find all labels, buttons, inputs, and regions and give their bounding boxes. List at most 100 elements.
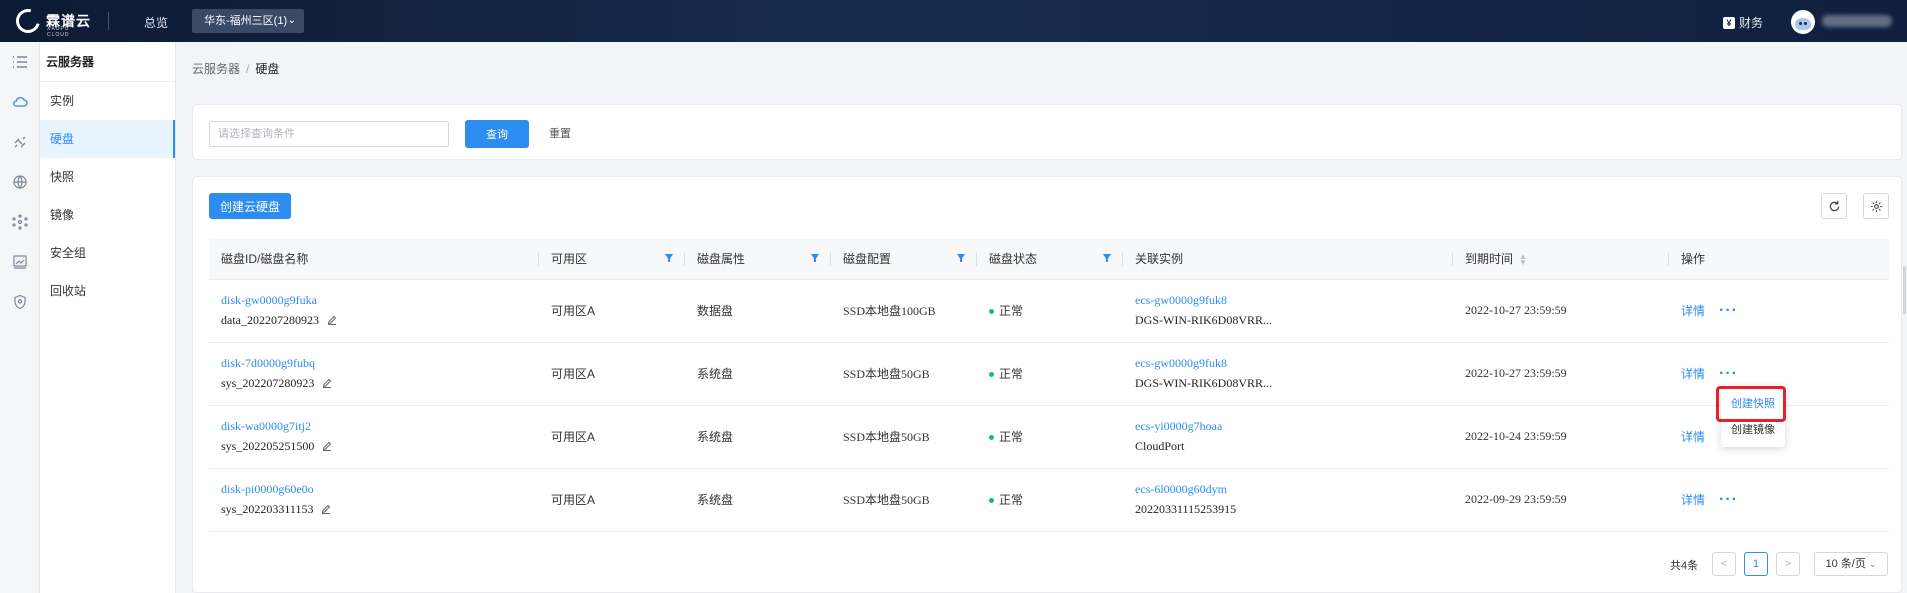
disk-id-link[interactable]: disk-gw0000g9fuka: [221, 293, 539, 308]
more-actions-button[interactable]: ···: [1719, 491, 1738, 508]
search-panel: 查询 重置: [192, 104, 1902, 160]
finance-label: 财务: [1739, 16, 1764, 30]
col-header-label: 磁盘配置: [843, 252, 892, 267]
disk-id-link[interactable]: disk-wa0000g7itj2: [221, 419, 539, 434]
edit-icon[interactable]: [327, 315, 337, 325]
reset-button[interactable]: 重置: [549, 125, 571, 141]
instance-id-link[interactable]: ecs-gw0000g9fuk8: [1135, 293, 1453, 308]
refresh-icon: [1829, 200, 1839, 211]
disk-id-link[interactable]: disk-pi0000g60e0o: [221, 482, 539, 497]
sidebar-item-disks[interactable]: 硬盘: [40, 120, 175, 158]
image-icon[interactable]: [0, 250, 40, 274]
detail-link[interactable]: 详情: [1681, 367, 1705, 381]
cell-instance: ecs-6l0000g60dym 20220331115253915: [1123, 468, 1453, 532]
detail-link[interactable]: 详情: [1681, 493, 1705, 507]
instance-id-link[interactable]: ecs-yi0000g7hoaa: [1135, 419, 1453, 434]
sort-icon[interactable]: ▲ ▼: [1519, 253, 1527, 267]
query-button[interactable]: 查询: [465, 120, 529, 148]
cell-status: 正常: [977, 468, 1123, 532]
network-icon[interactable]: [0, 210, 40, 234]
globe-icon[interactable]: [0, 170, 40, 194]
filter-icon[interactable]: [1103, 254, 1111, 262]
sidebar-item-snapshots[interactable]: 快照: [40, 158, 175, 196]
cell-attr: 系统盘: [685, 342, 831, 406]
disk-name-text: sys_202205251500: [221, 439, 315, 453]
instance-name: DGS-WIN-RIK6D08VRR...: [1135, 313, 1272, 327]
table-row: disk-pi0000g60e0o sys_202203311153 可用区A 系…: [209, 468, 1889, 532]
instance-name: CloudPort: [1135, 439, 1185, 453]
sidebar-item-instances[interactable]: 实例: [40, 82, 175, 120]
sidebar-item-recycle-bin[interactable]: 回收站: [40, 272, 175, 310]
cell-disk: disk-wa0000g7itj2 sys_202205251500: [209, 405, 539, 469]
pagination-page-button[interactable]: 1: [1744, 552, 1768, 576]
disk-name: sys_202205251500: [221, 439, 539, 454]
sidebar-item-security-groups[interactable]: 安全组: [40, 234, 175, 272]
col-header-label: 可用区: [551, 252, 588, 267]
region-selector[interactable]: 华东-福州三区(1) ⌄: [192, 9, 304, 33]
disk-name: sys_202207280923: [221, 376, 539, 391]
cell-status: 正常: [977, 279, 1123, 343]
col-header-label: 到期时间: [1465, 252, 1514, 267]
cell-zone: 可用区A: [539, 279, 685, 343]
sidebar-item-images[interactable]: 镜像: [40, 196, 175, 234]
logo-icon: [11, 4, 45, 38]
col-header-label: 操作: [1681, 252, 1706, 267]
chevron-down-icon: ⌄: [287, 15, 296, 26]
cell-config: SSD本地盘50GB: [831, 342, 977, 406]
page-size-label: 10 条/页: [1825, 558, 1866, 570]
instance-id-link[interactable]: ecs-gw0000g9fuk8: [1135, 356, 1453, 371]
page-size-select[interactable]: 10 条/页 ⌄: [1814, 552, 1888, 576]
edit-icon[interactable]: [322, 441, 332, 451]
status-text: 正常: [999, 367, 1024, 381]
pagination-total: 共4条: [1670, 560, 1699, 572]
disk-name: sys_202203311153: [221, 502, 539, 517]
more-actions-button[interactable]: ···: [1719, 302, 1738, 319]
cell-zone: 可用区A: [539, 468, 685, 532]
chevron-down-icon: ⌄: [1868, 559, 1877, 569]
status-ok-dot: [989, 498, 994, 504]
disk-id-link[interactable]: disk-7d0000g9fubq: [221, 356, 539, 371]
breadcrumb: 云服务器 / 硬盘: [192, 60, 279, 77]
cell-expire: 2022-10-27 23:59:59: [1453, 342, 1669, 406]
logo-subtext: XAOPU CLOUD: [47, 26, 70, 38]
more-actions-button[interactable]: ···: [1719, 365, 1738, 382]
col-header-label: 磁盘属性: [697, 252, 746, 267]
detail-link[interactable]: 详情: [1681, 304, 1705, 318]
pagination-next-button[interactable]: >: [1776, 552, 1800, 576]
breadcrumb-parent[interactable]: 云服务器: [192, 62, 240, 76]
top-divider: [108, 12, 109, 30]
avatar[interactable]: [1791, 10, 1815, 34]
filter-icon[interactable]: [665, 254, 673, 262]
create-disk-button[interactable]: 创建云硬盘: [209, 193, 291, 219]
filter-icon[interactable]: [811, 254, 819, 262]
nav-finance[interactable]: ¥ 财务: [1723, 14, 1763, 31]
detail-link[interactable]: 详情: [1681, 430, 1705, 444]
search-input[interactable]: [209, 121, 449, 147]
cell-disk: disk-7d0000g9fubq sys_202207280923: [209, 342, 539, 406]
settings-button[interactable]: [1863, 193, 1889, 219]
edit-icon[interactable]: [322, 378, 332, 388]
instance-id-link[interactable]: ecs-6l0000g60dym: [1135, 482, 1453, 497]
pagination-prev-button[interactable]: <: [1712, 552, 1736, 576]
username-blurred[interactable]: [1822, 15, 1892, 27]
refresh-button[interactable]: [1821, 193, 1847, 219]
col-header-label: 磁盘状态: [989, 252, 1038, 267]
sidebar: 云服务器 实例 硬盘 快照 镜像 安全组 回收站: [40, 42, 176, 593]
status-text: 正常: [999, 430, 1024, 444]
brand-logo[interactable]: 霖谱云 XAOPU CLOUD: [11, 4, 91, 38]
breadcrumb-current: 硬盘: [255, 62, 280, 76]
satellite-icon[interactable]: [0, 130, 40, 154]
list-icon[interactable]: [0, 50, 40, 74]
nav-overview[interactable]: 总览: [144, 14, 168, 31]
cloud-icon[interactable]: [0, 90, 40, 114]
filter-icon[interactable]: [957, 254, 965, 262]
shield-icon[interactable]: [0, 290, 40, 314]
table-row: disk-wa0000g7itj2 sys_202205251500 可用区A 系…: [209, 405, 1889, 469]
status-ok-dot: [989, 309, 994, 315]
disk-name: data_202207280923: [221, 313, 539, 328]
cell-status: 正常: [977, 405, 1123, 469]
edit-icon[interactable]: [321, 504, 331, 514]
status-text: 正常: [999, 493, 1024, 507]
scrollbar-thumb[interactable]: [1903, 266, 1906, 314]
col-header-actions: 操作: [1669, 239, 1889, 280]
